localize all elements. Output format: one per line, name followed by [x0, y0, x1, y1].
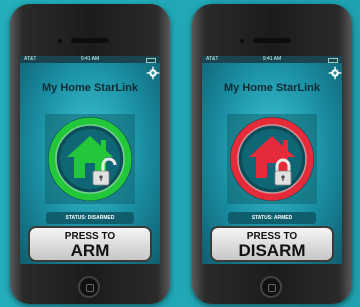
app-screen: AT&T 9:41 AM My Home StarLink	[20, 56, 160, 264]
speaker	[253, 38, 291, 43]
time-label: 9:41 AM	[262, 56, 282, 62]
phone-home-button[interactable]	[78, 276, 100, 298]
home-square-icon	[268, 284, 276, 292]
gear-icon[interactable]	[328, 66, 342, 80]
phone-left: AT&T 9:41 AM My Home StarLink STATUS: DI…	[10, 4, 170, 304]
time-label: 9:41 AM	[80, 56, 100, 62]
phone-right: AT&T 9:41 AM My Home StarLink STATUS: AR…	[192, 4, 352, 304]
status-bar: AT&T 9:41 AM	[202, 56, 342, 63]
app-title: My Home StarLink	[42, 82, 138, 94]
security-ring[interactable]	[227, 114, 317, 204]
camera	[240, 39, 244, 43]
gear-icon[interactable]	[146, 66, 160, 80]
arm-button-line2: ARM	[70, 241, 110, 260]
arm-button[interactable]: PRESS TO ARM	[28, 226, 152, 262]
disarm-button-line2: DISARM	[238, 241, 306, 260]
camera	[58, 39, 62, 43]
app-screen: AT&T 9:41 AM My Home StarLink	[202, 56, 342, 264]
disarm-button[interactable]: PRESS TO DISARM	[210, 226, 334, 262]
status-badge: STATUS: ARMED	[228, 212, 316, 224]
status-badge: STATUS: DISARMED	[46, 212, 134, 224]
speaker	[71, 38, 109, 43]
app-title: My Home StarLink	[224, 82, 320, 94]
phone-home-button[interactable]	[260, 276, 282, 298]
home-square-icon	[86, 284, 94, 292]
security-ring[interactable]	[45, 114, 135, 204]
battery-icon	[146, 58, 156, 63]
battery-icon	[328, 58, 338, 63]
status-bar: AT&T 9:41 AM	[20, 56, 160, 63]
